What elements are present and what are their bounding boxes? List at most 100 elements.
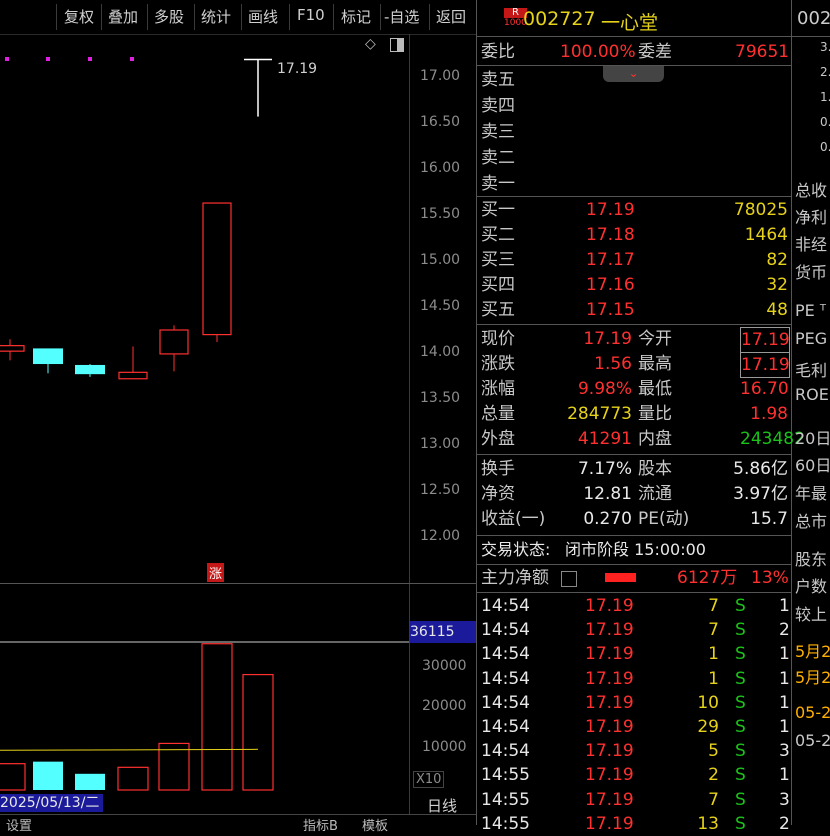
volume-tick: 10000 (422, 739, 467, 755)
bid-volume: 48 (766, 300, 788, 320)
diamond-icon[interactable]: ◇ (365, 36, 376, 52)
price-tick: 16.50 (420, 114, 461, 130)
mini-tick: 1. (820, 90, 830, 104)
stat-value: 17.19 (740, 352, 790, 378)
trade-side: S (735, 644, 746, 665)
panel-toggle-icon[interactable] (390, 38, 404, 52)
far-right-label: 年最 (795, 484, 828, 503)
candle-body (159, 329, 189, 355)
trade-price: 17.19 (585, 813, 634, 834)
trade-count: 1 (779, 765, 790, 786)
trade-volume: 1 (708, 668, 719, 689)
trade-price: 17.19 (585, 741, 634, 762)
trade-time: 14:54 (481, 644, 530, 665)
far-right-label: 05-2 (795, 731, 830, 750)
trade-row: 14:54 17.19 5 S 3 (481, 739, 791, 763)
trade-volume: 29 (697, 717, 719, 737)
trade-time: 14:54 (481, 620, 530, 641)
bid-level-label: 买一 (481, 200, 515, 220)
stat-label: 涨跌 (481, 354, 515, 374)
trade-count: 2 (779, 813, 790, 834)
main-flow-pct: 13% (751, 568, 789, 588)
stat-value: 9.98% (577, 379, 632, 399)
trade-time: 14:55 (481, 813, 530, 834)
trade-price: 17.19 (585, 717, 634, 737)
fin-label: 流通 (638, 484, 672, 504)
stat-label: 量比 (638, 404, 672, 424)
trade-row: 14:55 17.19 7 S 3 (481, 788, 791, 812)
fin-label: 股本 (638, 459, 672, 479)
fin-value: 3.97亿 (733, 484, 788, 504)
bid-price: 17.16 (586, 275, 635, 295)
marker-dot (5, 57, 9, 61)
period-label[interactable]: 日线 (427, 795, 457, 816)
volume-tick: 20000 (422, 698, 467, 714)
stat-value: 284773 (567, 404, 632, 424)
bid-volume: 78025 (733, 200, 788, 220)
far-right-label: PE ᵀ (795, 301, 826, 320)
bid-level-label: 买三 (481, 250, 515, 270)
price-tick: 17.00 (420, 68, 461, 84)
stat-value: 1.98 (750, 404, 788, 424)
trade-volume: 7 (708, 596, 719, 616)
collapse-chevron-icon[interactable]: ⌄ (603, 66, 664, 82)
fin-label: 净资 (481, 484, 515, 504)
stat-value: 243482 (740, 429, 805, 449)
volume-bar (0, 763, 26, 791)
far-right-label: 60日 (795, 456, 830, 475)
stat-value: 17.19 (583, 329, 632, 349)
mini-tick: 0. (820, 115, 830, 129)
far-right-label: ROE (795, 385, 829, 404)
trade-side: S (735, 765, 746, 786)
trade-count: 2 (779, 620, 790, 641)
fin-value: 15.7 (750, 509, 788, 529)
far-right-label: 5月2 (795, 668, 830, 687)
bid-level-label: 买五 (481, 300, 515, 320)
trade-count: 1 (779, 692, 790, 713)
trade-side: S (735, 620, 746, 641)
price-tick: 13.50 (420, 390, 461, 406)
volume-unit-label: X10 (413, 771, 445, 788)
list-icon[interactable] (561, 571, 577, 587)
price-tick: 14.50 (420, 298, 461, 314)
far-right-label: 05-2 (795, 703, 830, 722)
trade-price: 17.19 (585, 765, 634, 786)
trade-side: S (735, 668, 746, 689)
volume-bar (75, 773, 105, 790)
trade-time: 14:54 (481, 596, 530, 616)
trade-side: S (735, 813, 746, 834)
bid-price: 17.18 (586, 225, 635, 245)
volume-ma-line (0, 748, 259, 751)
fin-label: 换手 (481, 459, 515, 479)
far-right-label: 总市 (795, 512, 828, 531)
trade-side: S (735, 596, 746, 616)
bid-volume: 32 (766, 275, 788, 295)
stat-value: 17.19 (740, 327, 790, 353)
far-right-code: 002 (797, 8, 830, 29)
mini-tick: 0. (820, 140, 830, 154)
trade-side: S (735, 717, 746, 737)
stat-label: 总量 (481, 404, 515, 424)
trade-volume: 7 (708, 620, 719, 641)
weicha-label: 委差 (638, 42, 672, 62)
far-right-label: 净利 (795, 208, 828, 227)
kline-chart[interactable] (0, 0, 476, 825)
bid-level-label: 买二 (481, 225, 515, 245)
trade-row: 14:54 17.19 1 S 1 (481, 667, 791, 691)
far-right-label: 20日 (795, 429, 830, 448)
trade-status-label: 交易状态: (481, 540, 551, 559)
trade-count: 1 (779, 668, 790, 689)
volume-bar (242, 673, 274, 791)
trade-price: 17.19 (585, 789, 634, 810)
mini-tick: 2. (820, 65, 830, 79)
price-tick: 14.00 (420, 344, 461, 360)
trade-status-value: 闭市阶段 15:00:00 (565, 540, 706, 559)
trade-count: 1 (779, 596, 790, 616)
marker-dot (46, 57, 50, 61)
stat-value: 1.56 (594, 354, 632, 374)
trade-row: 14:54 17.19 7 S 1 (481, 594, 791, 618)
stat-label: 现价 (481, 329, 515, 349)
candle (118, 346, 148, 380)
volume-bar (117, 766, 149, 791)
stat-value: 16.70 (740, 379, 789, 399)
